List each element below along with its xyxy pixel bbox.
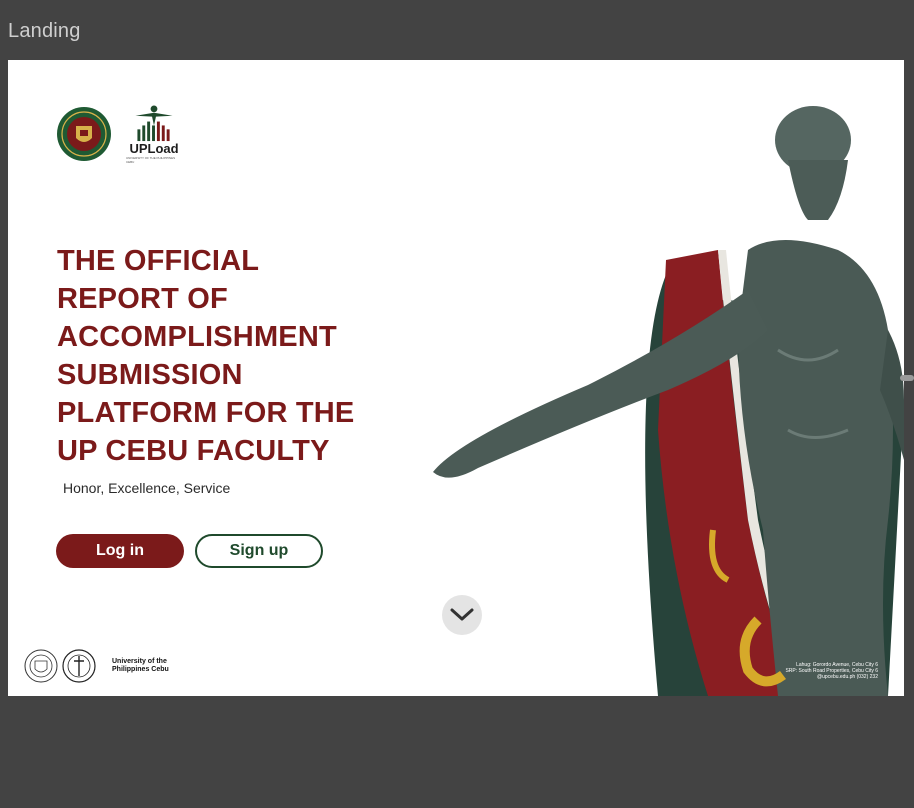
tagline: Honor, Excellence, Service	[63, 480, 231, 496]
signup-button[interactable]: Sign up	[195, 534, 323, 568]
seal-icon	[24, 649, 58, 683]
upload-logo-text: UPLoad	[129, 141, 179, 156]
upload-logo-subtext: UNIVERSITY OF THE PHILIPPINES CEBU	[126, 156, 176, 164]
side-handle[interactable]	[900, 375, 914, 381]
upload-logo-icon	[135, 105, 173, 142]
oblation-statue-image	[433, 106, 904, 696]
footer-logos: University of the Philippines Cebu	[24, 649, 169, 683]
page-headline: THE OFFICIAL REPORT OF ACCOMPLISHMENT SU…	[57, 242, 387, 470]
headline-line: THE OFFICIAL	[57, 245, 260, 277]
footer-address: Lahug: Gorordo Avenue, Cebu City 6 SRP: …	[785, 662, 878, 680]
headline-line: SUBMISSION	[57, 359, 243, 391]
headline-line: ACCOMPLISHMENT	[57, 321, 337, 353]
upload-logo: UPLoad UNIVERSITY OF THE PHILIPPINES CEB…	[126, 104, 182, 164]
seal-icon	[62, 649, 96, 683]
university-name-line: Philippines Cebu	[112, 666, 169, 673]
university-name-line: University of the	[112, 658, 167, 665]
headline-line: PLATFORM FOR THE	[57, 397, 355, 429]
frame-label: Landing	[8, 20, 81, 42]
login-button[interactable]: Log in	[56, 534, 184, 568]
university-name: University of the Philippines Cebu	[112, 658, 169, 674]
address-line: @upcebu.edu.ph (032) 232	[817, 674, 878, 680]
landing-page: UPLoad UNIVERSITY OF THE PHILIPPINES CEB…	[8, 60, 904, 696]
up-seal-icon	[57, 107, 111, 161]
headline-line: REPORT OF	[57, 283, 228, 315]
headline-line: UP CEBU FACULTY	[57, 435, 330, 467]
header-logos: UPLoad UNIVERSITY OF THE PHILIPPINES CEB…	[56, 104, 182, 164]
